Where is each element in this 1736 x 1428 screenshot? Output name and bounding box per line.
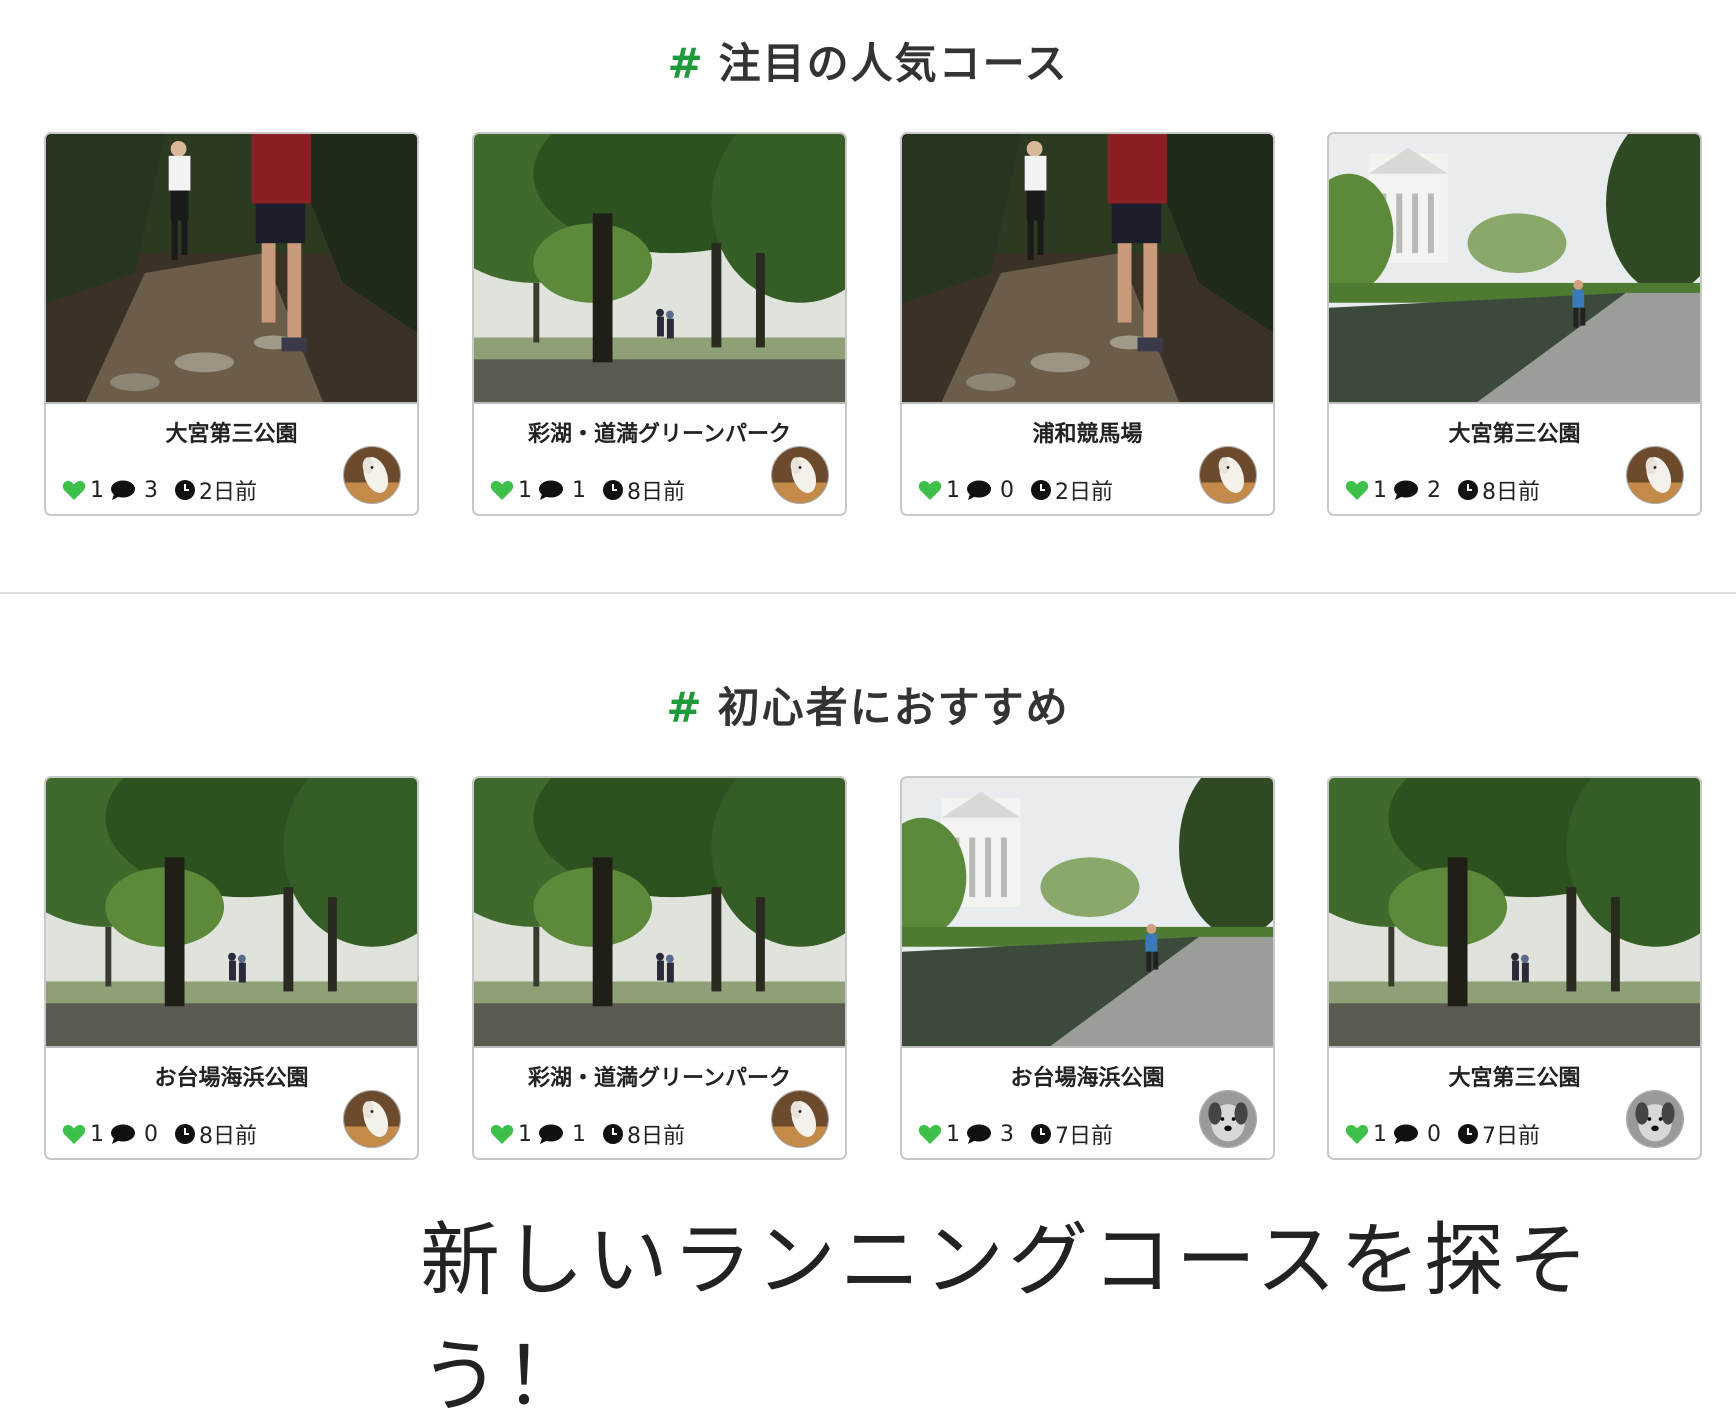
like-count: 1	[946, 1121, 960, 1147]
beginner-course-grid: お台場海浜公園 1 0 8日前 彩湖・道満グリーンパーク 1 1 8日前 お台場…	[44, 776, 1702, 1160]
clock-icon	[175, 1124, 195, 1144]
posted-age: 8日前	[1482, 480, 1540, 505]
course-card[interactable]: 彩湖・道満グリーンパーク 1 1 8日前	[472, 776, 847, 1160]
section-title-text: 注目の人気コース	[718, 39, 1069, 88]
park-trees-icon[interactable]	[474, 778, 845, 1048]
comment-icon[interactable]	[538, 1123, 564, 1145]
course-meta: 1 3 2日前	[62, 474, 257, 506]
like-count: 1	[90, 1121, 104, 1147]
clock-icon	[175, 480, 195, 500]
course-title[interactable]: お台場海浜公園	[46, 1060, 417, 1092]
course-card[interactable]: 大宮第三公園 1 0 7日前	[1327, 776, 1702, 1160]
course-meta: 1 1 8日前	[490, 1118, 685, 1150]
clock-icon	[1031, 480, 1051, 500]
footer-tagline: 新しいランニングコースを探そう！	[420, 1214, 1592, 1423]
like-count: 1	[1373, 1121, 1387, 1147]
section-title-text: 初心者におすすめ	[717, 683, 1070, 732]
heart-icon[interactable]	[490, 1123, 514, 1145]
park-trees-icon[interactable]	[474, 134, 845, 404]
like-count: 1	[90, 477, 104, 503]
hash-icon: #	[667, 39, 705, 88]
clock-icon	[603, 480, 623, 500]
posted-age: 2日前	[1055, 480, 1113, 505]
course-meta: 1 0 7日前	[1345, 1118, 1540, 1150]
comment-count: 0	[1000, 477, 1014, 503]
clock-icon	[1458, 480, 1478, 500]
popular-course-grid: 大宮第三公園 1 3 2日前 彩湖・道満グリーンパーク 1 1 8日前 浦和競馬…	[44, 132, 1702, 516]
canal-run-icon[interactable]	[1329, 134, 1700, 404]
trail-run-icon[interactable]	[46, 134, 417, 404]
course-title[interactable]: 彩湖・道満グリーンパーク	[474, 1060, 845, 1092]
trail-run-icon[interactable]	[902, 134, 1273, 404]
course-card[interactable]: お台場海浜公園 1 3 7日前	[900, 776, 1275, 1160]
horse-avatar-icon[interactable]	[343, 446, 401, 504]
posted-age: 8日前	[627, 1124, 685, 1149]
course-meta: 1 0 2日前	[918, 474, 1113, 506]
horse-avatar-icon[interactable]	[771, 446, 829, 504]
posted-age: 8日前	[627, 480, 685, 505]
course-meta: 1 1 8日前	[490, 474, 685, 506]
clock-icon	[603, 1124, 623, 1144]
comment-count: 3	[1000, 1121, 1014, 1147]
horse-avatar-icon[interactable]	[1626, 446, 1684, 504]
course-title[interactable]: 彩湖・道満グリーンパーク	[474, 416, 845, 448]
comment-icon[interactable]	[1393, 1123, 1419, 1145]
course-meta: 1 3 7日前	[918, 1118, 1113, 1150]
posted-age: 7日前	[1055, 1124, 1113, 1149]
horse-avatar-icon[interactable]	[771, 1090, 829, 1148]
comment-icon[interactable]	[110, 479, 136, 501]
course-title[interactable]: 大宮第三公園	[46, 416, 417, 448]
heart-icon[interactable]	[918, 479, 942, 501]
horse-avatar-icon[interactable]	[1199, 446, 1257, 504]
course-title[interactable]: 大宮第三公園	[1329, 416, 1700, 448]
like-count: 1	[518, 1121, 532, 1147]
heart-icon[interactable]	[918, 1123, 942, 1145]
comment-icon[interactable]	[966, 1123, 992, 1145]
heart-icon[interactable]	[490, 479, 514, 501]
comment-count: 1	[572, 477, 586, 503]
posted-age: 7日前	[1482, 1124, 1540, 1149]
course-title[interactable]: 浦和競馬場	[902, 416, 1273, 448]
clock-icon	[1458, 1124, 1478, 1144]
course-title[interactable]: お台場海浜公園	[902, 1060, 1273, 1092]
like-count: 1	[1373, 477, 1387, 503]
canal-run-icon[interactable]	[902, 778, 1273, 1048]
course-card[interactable]: 浦和競馬場 1 0 2日前	[900, 132, 1275, 516]
like-count: 1	[518, 477, 532, 503]
hash-icon: #	[666, 683, 704, 732]
comment-count: 0	[144, 1121, 158, 1147]
comment-count: 2	[1427, 477, 1441, 503]
park-trees-icon[interactable]	[1329, 778, 1700, 1048]
dog-avatar-icon[interactable]	[1199, 1090, 1257, 1148]
park-trees-icon[interactable]	[46, 778, 417, 1048]
course-card[interactable]: 大宮第三公園 1 3 2日前	[44, 132, 419, 516]
heart-icon[interactable]	[1345, 1123, 1369, 1145]
comment-icon[interactable]	[110, 1123, 136, 1145]
course-card[interactable]: 大宮第三公園 1 2 8日前	[1327, 132, 1702, 516]
section-title-beginner: # 初心者におすすめ	[0, 674, 1736, 735]
comment-count: 1	[572, 1121, 586, 1147]
comment-count: 0	[1427, 1121, 1441, 1147]
course-title[interactable]: 大宮第三公園	[1329, 1060, 1700, 1092]
course-meta: 1 2 8日前	[1345, 474, 1540, 506]
course-meta: 1 0 8日前	[62, 1118, 257, 1150]
posted-age: 2日前	[199, 480, 257, 505]
comment-icon[interactable]	[1393, 479, 1419, 501]
posted-age: 8日前	[199, 1124, 257, 1149]
section-divider	[0, 592, 1736, 594]
comment-icon[interactable]	[966, 479, 992, 501]
horse-avatar-icon[interactable]	[343, 1090, 401, 1148]
clock-icon	[1031, 1124, 1051, 1144]
course-card[interactable]: 彩湖・道満グリーンパーク 1 1 8日前	[472, 132, 847, 516]
comment-count: 3	[144, 477, 158, 503]
comment-icon[interactable]	[538, 479, 564, 501]
like-count: 1	[946, 477, 960, 503]
heart-icon[interactable]	[62, 1123, 86, 1145]
dog-avatar-icon[interactable]	[1626, 1090, 1684, 1148]
heart-icon[interactable]	[1345, 479, 1369, 501]
section-title-popular: # 注目の人気コース	[0, 30, 1736, 91]
course-card[interactable]: お台場海浜公園 1 0 8日前	[44, 776, 419, 1160]
heart-icon[interactable]	[62, 479, 86, 501]
